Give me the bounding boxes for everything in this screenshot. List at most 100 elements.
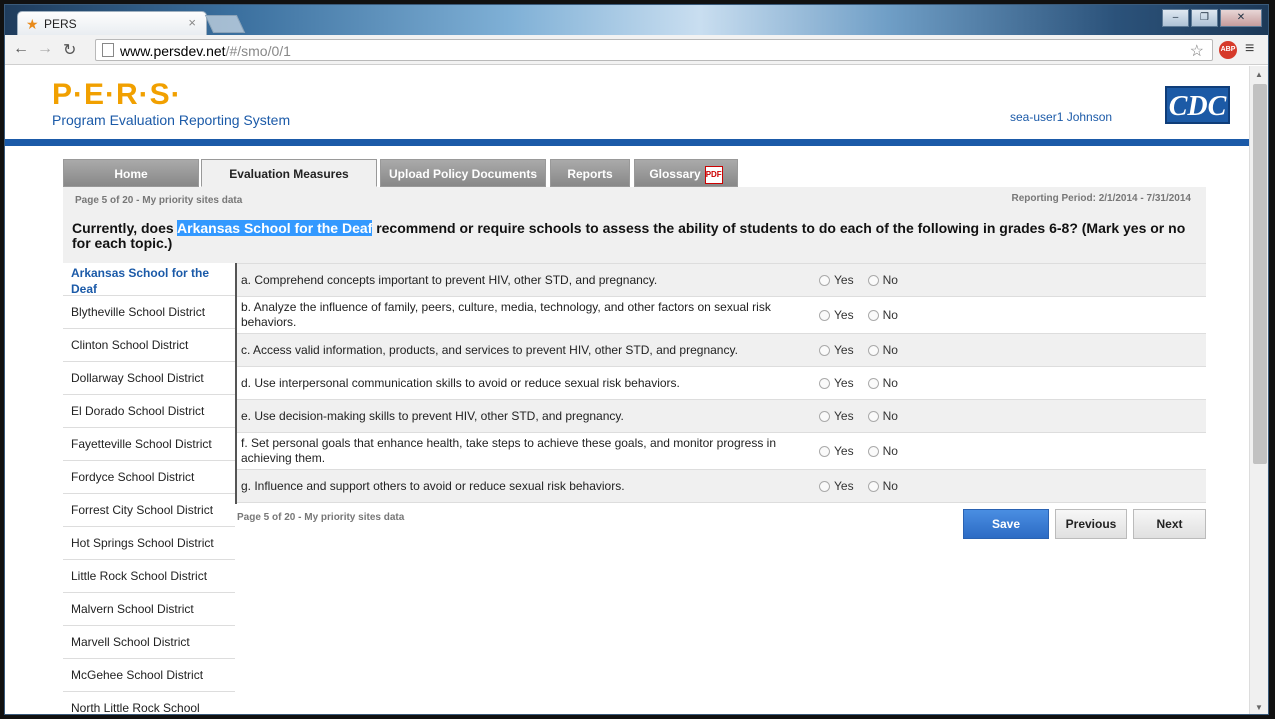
user-name-link[interactable]: sea-user1 Johnson (1010, 110, 1112, 124)
browser-tab[interactable]: ★ PERS × (17, 11, 207, 35)
minimize-icon[interactable]: – (1162, 9, 1189, 27)
forward-arrow-icon[interactable]: → (37, 40, 53, 58)
no-radio[interactable]: No (867, 444, 898, 458)
radio-circle-icon (867, 344, 879, 356)
table-row: c. Access valid information, products, a… (237, 334, 1206, 367)
page-info: Page 5 of 20 - My priority sites data (75, 195, 243, 206)
tab-glossary[interactable]: Glossary PDF (634, 159, 738, 187)
page-content: P·E·R·S· Program Evaluation Reporting Sy… (5, 66, 1249, 714)
school-list: Arkansas School for the Deaf Blytheville… (63, 263, 235, 714)
no-radio[interactable]: No (867, 308, 898, 322)
question-text: Currently, does Arkansas School for the … (72, 220, 1192, 251)
header-divider (5, 139, 1249, 146)
yes-no-group: Yes No (819, 308, 898, 322)
school-item[interactable]: Malvern School District (63, 593, 235, 626)
school-item[interactable]: El Dorado School District (63, 395, 235, 428)
bookmark-star-icon[interactable]: ☆ (1190, 41, 1204, 61)
radio-circle-icon (819, 274, 830, 286)
reload-icon[interactable]: ↻ (63, 40, 76, 60)
yes-radio[interactable]: Yes (819, 273, 854, 287)
yes-label: Yes (834, 409, 854, 423)
school-item[interactable]: Arkansas School for the Deaf (63, 263, 235, 296)
tab-home[interactable]: Home (63, 159, 199, 187)
item-text: c. Access valid information, products, a… (241, 342, 738, 357)
back-arrow-icon[interactable]: ← (13, 40, 29, 58)
yes-label: Yes (834, 343, 854, 357)
title-bar: ★ PERS × – ❐ ✕ (5, 5, 1268, 35)
item-text: e. Use decision-making skills to prevent… (241, 408, 624, 423)
school-item[interactable]: Fayetteville School District (63, 428, 235, 461)
tab-evaluation-measures-reporting[interactable]: Evaluation Measures Reporting (201, 159, 377, 209)
school-item[interactable]: Blytheville School District (63, 296, 235, 329)
browser-toolbar: ← → ↻ www.persdev.net/#/smo/0/1 ☆ ABP ≡ (5, 35, 1268, 65)
vertical-scrollbar[interactable]: ▲ ▼ (1249, 66, 1268, 714)
school-item[interactable]: Forrest City School District (63, 494, 235, 527)
yes-radio[interactable]: Yes (819, 343, 854, 357)
school-item[interactable]: Marvell School District (63, 626, 235, 659)
scroll-down-icon[interactable]: ▼ (1255, 703, 1263, 712)
item-text: f. Set personal goals that enhance healt… (241, 436, 777, 465)
window-controls: – ❐ ✕ (1162, 9, 1262, 27)
no-radio[interactable]: No (867, 409, 898, 423)
question-before: Currently, does (72, 220, 178, 236)
no-radio[interactable]: No (867, 376, 898, 390)
school-item[interactable]: Hot Springs School District (63, 527, 235, 560)
yes-label: Yes (834, 376, 854, 390)
new-tab-button[interactable] (204, 15, 246, 33)
question-highlight: Arkansas School for the Deaf (177, 220, 373, 236)
no-label: No (882, 273, 898, 287)
tab-reports[interactable]: Reports (550, 159, 630, 187)
item-text: g. Influence and support others to avoid… (241, 478, 625, 493)
yes-radio[interactable]: Yes (819, 479, 854, 493)
browser-window: ★ PERS × – ❐ ✕ ← → ↻ www.persdev.net/#/s… (4, 4, 1269, 715)
maximize-icon[interactable]: ❐ (1191, 9, 1218, 27)
items-table: a. Comprehend concepts important to prev… (237, 263, 1206, 503)
cdc-logo: CDC (1165, 86, 1230, 124)
no-radio[interactable]: No (867, 479, 898, 493)
yes-radio[interactable]: Yes (819, 409, 854, 423)
radio-circle-icon (867, 480, 879, 492)
yes-label: Yes (834, 444, 854, 458)
school-item[interactable]: Fordyce School District (63, 461, 235, 494)
radio-circle-icon (819, 410, 830, 422)
table-row: a. Comprehend concepts important to prev… (237, 264, 1206, 297)
no-label: No (882, 479, 898, 493)
save-button[interactable]: Save (963, 509, 1049, 539)
scroll-thumb[interactable] (1253, 84, 1267, 464)
school-item[interactable]: North Little Rock School (63, 692, 235, 714)
yes-no-group: Yes No (819, 376, 898, 390)
radio-circle-icon (819, 377, 830, 389)
tab-title: PERS (44, 17, 77, 31)
tab-upload-policy-documents[interactable]: Upload Policy Documents (380, 159, 546, 187)
next-button[interactable]: Next (1133, 509, 1206, 539)
table-row: f. Set personal goals that enhance healt… (237, 433, 1206, 470)
adblock-icon[interactable]: ABP (1219, 41, 1237, 59)
no-label: No (882, 308, 898, 322)
school-item[interactable]: Dollarway School District (63, 362, 235, 395)
school-item[interactable]: Clinton School District (63, 329, 235, 362)
yes-radio[interactable]: Yes (819, 308, 854, 322)
school-item[interactable]: McGehee School District (63, 659, 235, 692)
no-radio[interactable]: No (867, 273, 898, 287)
yes-no-group: Yes No (819, 273, 898, 287)
radio-circle-icon (819, 344, 830, 356)
address-bar[interactable]: www.persdev.net/#/smo/0/1 ☆ (95, 39, 1213, 61)
school-item[interactable]: Little Rock School District (63, 560, 235, 593)
pers-logo[interactable]: P·E·R·S· Program Evaluation Reporting Sy… (52, 80, 290, 129)
yes-radio[interactable]: Yes (819, 376, 854, 390)
radio-circle-icon (867, 377, 879, 389)
radio-circle-icon (867, 410, 879, 422)
close-window-icon[interactable]: ✕ (1220, 9, 1262, 27)
yes-no-group: Yes No (819, 343, 898, 357)
no-label: No (882, 376, 898, 390)
menu-icon[interactable]: ≡ (1245, 40, 1254, 58)
radio-circle-icon (819, 445, 830, 457)
scroll-up-icon[interactable]: ▲ (1255, 70, 1263, 79)
no-label: No (882, 444, 898, 458)
previous-button[interactable]: Previous (1055, 509, 1127, 539)
yes-radio[interactable]: Yes (819, 444, 854, 458)
no-radio[interactable]: No (867, 343, 898, 357)
close-tab-icon[interactable]: × (188, 15, 196, 30)
radio-circle-icon (819, 480, 830, 492)
radio-circle-icon (867, 309, 879, 321)
